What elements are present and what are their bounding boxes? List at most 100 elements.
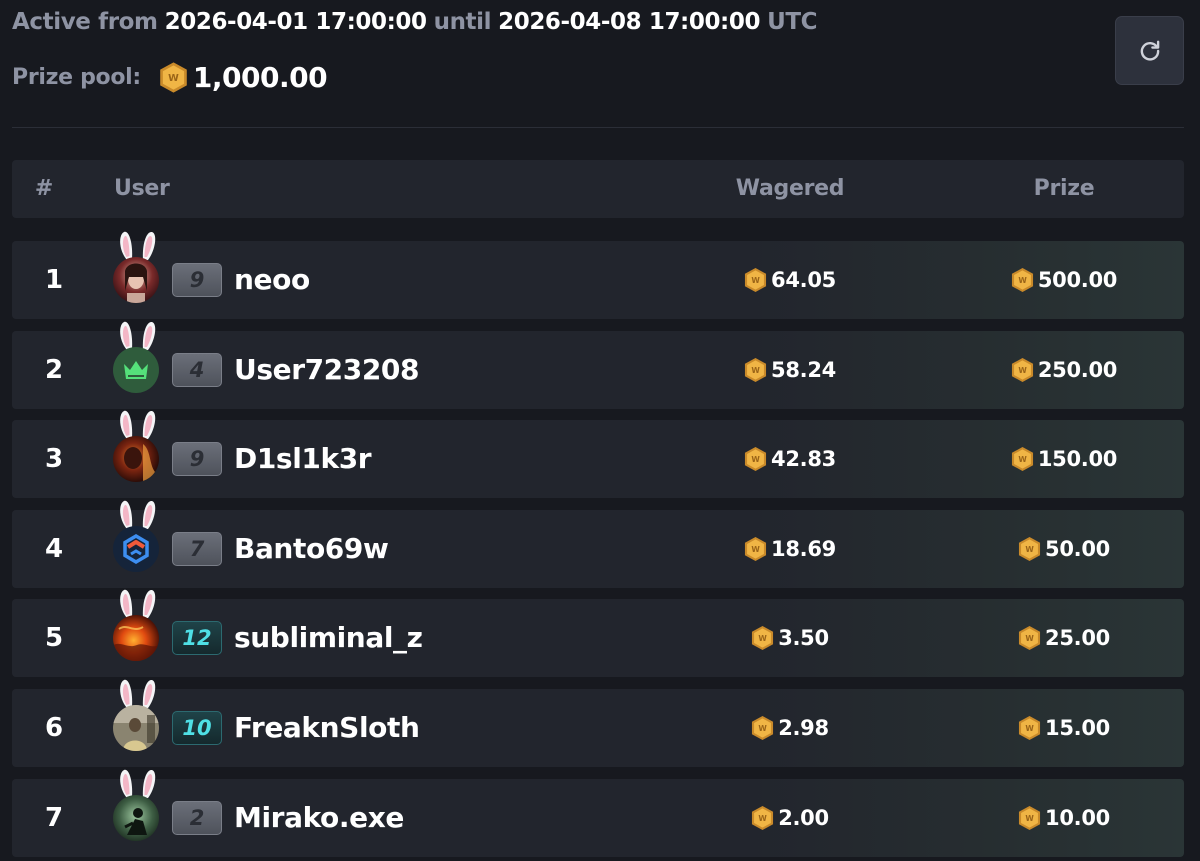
user-avatar-group[interactable] [112, 408, 162, 484]
rank-number: 1 [44, 265, 64, 295]
rank-number: 5 [44, 623, 64, 654]
photo-avatar [113, 705, 159, 751]
user-avatar-group[interactable] [112, 229, 162, 305]
wagered-amount: W 3.50 [690, 599, 890, 677]
wagered-value: 64.05 [771, 268, 836, 292]
header-divider [12, 127, 1184, 128]
prize-amount: W 25.00 [964, 599, 1164, 677]
level-badge: 7 [172, 531, 222, 566]
table-row[interactable]: 6 10 FreaknSloth W 2.98 W 15.00 [12, 679, 1184, 767]
svg-text:W: W [1018, 276, 1027, 285]
svg-text:W: W [759, 813, 768, 822]
username[interactable]: Mirako.exe [234, 779, 404, 857]
username[interactable]: User723208 [234, 331, 420, 409]
rank-number: 6 [44, 713, 64, 743]
end-datetime: 2026-04-08 17:00:00 [498, 9, 761, 35]
coin-icon: W [744, 447, 767, 472]
svg-text:W: W [168, 73, 179, 84]
username[interactable]: D1sl1k3r [234, 420, 372, 498]
svg-text:W: W [759, 724, 768, 733]
prize-amount: W 150.00 [964, 420, 1164, 498]
svg-text:W: W [1025, 724, 1034, 733]
wagered-amount: W 18.69 [690, 510, 890, 588]
svg-text:W: W [1018, 365, 1027, 374]
prize-value: 25.00 [1045, 626, 1110, 651]
prize-value: 500.00 [1037, 268, 1118, 292]
table-row[interactable]: 4 7 Banto69w W 18.69 W 50.00 [12, 500, 1184, 588]
portrait-avatar [113, 257, 159, 303]
avatar[interactable] [113, 705, 159, 751]
refresh-icon [1140, 40, 1159, 61]
svg-text:W: W [1025, 545, 1034, 554]
user-avatar-group[interactable] [112, 319, 162, 395]
bunny-ears-icon [120, 500, 156, 529]
prize-value: 150.00 [1037, 447, 1118, 472]
prize-amount: W 50.00 [964, 510, 1164, 588]
wagered-value: 18.69 [771, 536, 836, 561]
crown-logo-avatar [113, 346, 159, 393]
table-row[interactable]: 1 9 neoo W 64.05 W 500.00 [12, 231, 1184, 319]
username[interactable]: Banto69w [234, 510, 389, 588]
active-from-label: Active from [12, 9, 158, 35]
hex-logo-avatar [113, 525, 159, 572]
level-badge: 4 [172, 352, 222, 387]
table-row[interactable]: 3 9 D1sl1k3r W 42.83 W 150.00 [12, 410, 1184, 499]
column-rank: # [34, 176, 54, 201]
wagered-amount: W 2.00 [690, 779, 890, 857]
avatar[interactable] [113, 257, 159, 303]
coin-icon: W [752, 716, 774, 740]
username[interactable]: neoo [234, 241, 310, 319]
username[interactable]: subliminal_z [234, 599, 423, 677]
table-header: # User Wagered Prize [12, 160, 1184, 218]
avatar[interactable] [113, 525, 159, 572]
prize-amount: W 500.00 [964, 241, 1164, 319]
svg-text:W: W [1025, 813, 1034, 822]
avatar[interactable] [113, 794, 159, 841]
start-datetime: 2026-04-01 17:00:00 [164, 9, 427, 35]
refresh-button[interactable] [1115, 16, 1184, 85]
prize-amount: W 15.00 [964, 689, 1164, 767]
prize-pool: Prize pool: W 1,000.00 [12, 58, 328, 96]
table-row[interactable]: 2 4 User723208 W 58.24 W 250.00 [12, 321, 1184, 409]
avatar[interactable] [113, 615, 159, 662]
avatar[interactable] [113, 346, 159, 393]
coin-icon: W [1018, 626, 1041, 651]
bunny-ears-icon [120, 321, 156, 350]
coin-icon: W [752, 805, 774, 830]
avatar[interactable] [113, 436, 159, 483]
table-row[interactable]: 7 2 Mirako.exe W 2.00 W 10.00 [12, 769, 1184, 857]
leaderboard-page: Active from 2026-04-01 17:00:00 until 20… [0, 0, 1200, 861]
table-row[interactable]: 5 12 subliminal_z W 3.50 W 25.00 [12, 590, 1184, 678]
bunny-ears-icon [120, 769, 156, 798]
coin-icon: W [1011, 268, 1033, 292]
prize-value: 10.00 [1045, 805, 1110, 830]
username[interactable]: FreaknSloth [234, 689, 420, 767]
svg-text:W: W [751, 545, 760, 554]
user-avatar-group[interactable] [112, 587, 162, 663]
svg-text:W: W [751, 455, 760, 464]
coin-icon: W [160, 61, 187, 93]
user-avatar-group[interactable] [112, 498, 162, 574]
prize-value: 250.00 [1037, 357, 1118, 382]
wagered-value: 3.50 [778, 626, 829, 651]
timezone-label: UTC [767, 9, 818, 35]
svg-text:W: W [751, 276, 760, 285]
coin-icon: W [1011, 447, 1033, 472]
wagered-amount: W 58.24 [690, 331, 890, 409]
column-user: User [114, 176, 170, 201]
column-wagered: Wagered [735, 176, 845, 201]
rank-number: 3 [44, 444, 64, 475]
prize-value: 50.00 [1045, 536, 1110, 561]
user-avatar-group[interactable] [112, 677, 162, 753]
coin-icon: W [1011, 357, 1033, 382]
level-badge: 12 [172, 621, 222, 656]
silhouette-avatar [113, 794, 159, 841]
user-avatar-group[interactable] [112, 767, 162, 843]
svg-text:W: W [759, 634, 768, 643]
wagered-amount: W 2.98 [690, 689, 890, 767]
coin-icon: W [1018, 536, 1041, 561]
wagered-value: 42.83 [771, 447, 836, 472]
level-badge: 2 [172, 800, 222, 835]
coin-icon: W [1018, 805, 1041, 830]
lava-avatar [113, 615, 159, 662]
